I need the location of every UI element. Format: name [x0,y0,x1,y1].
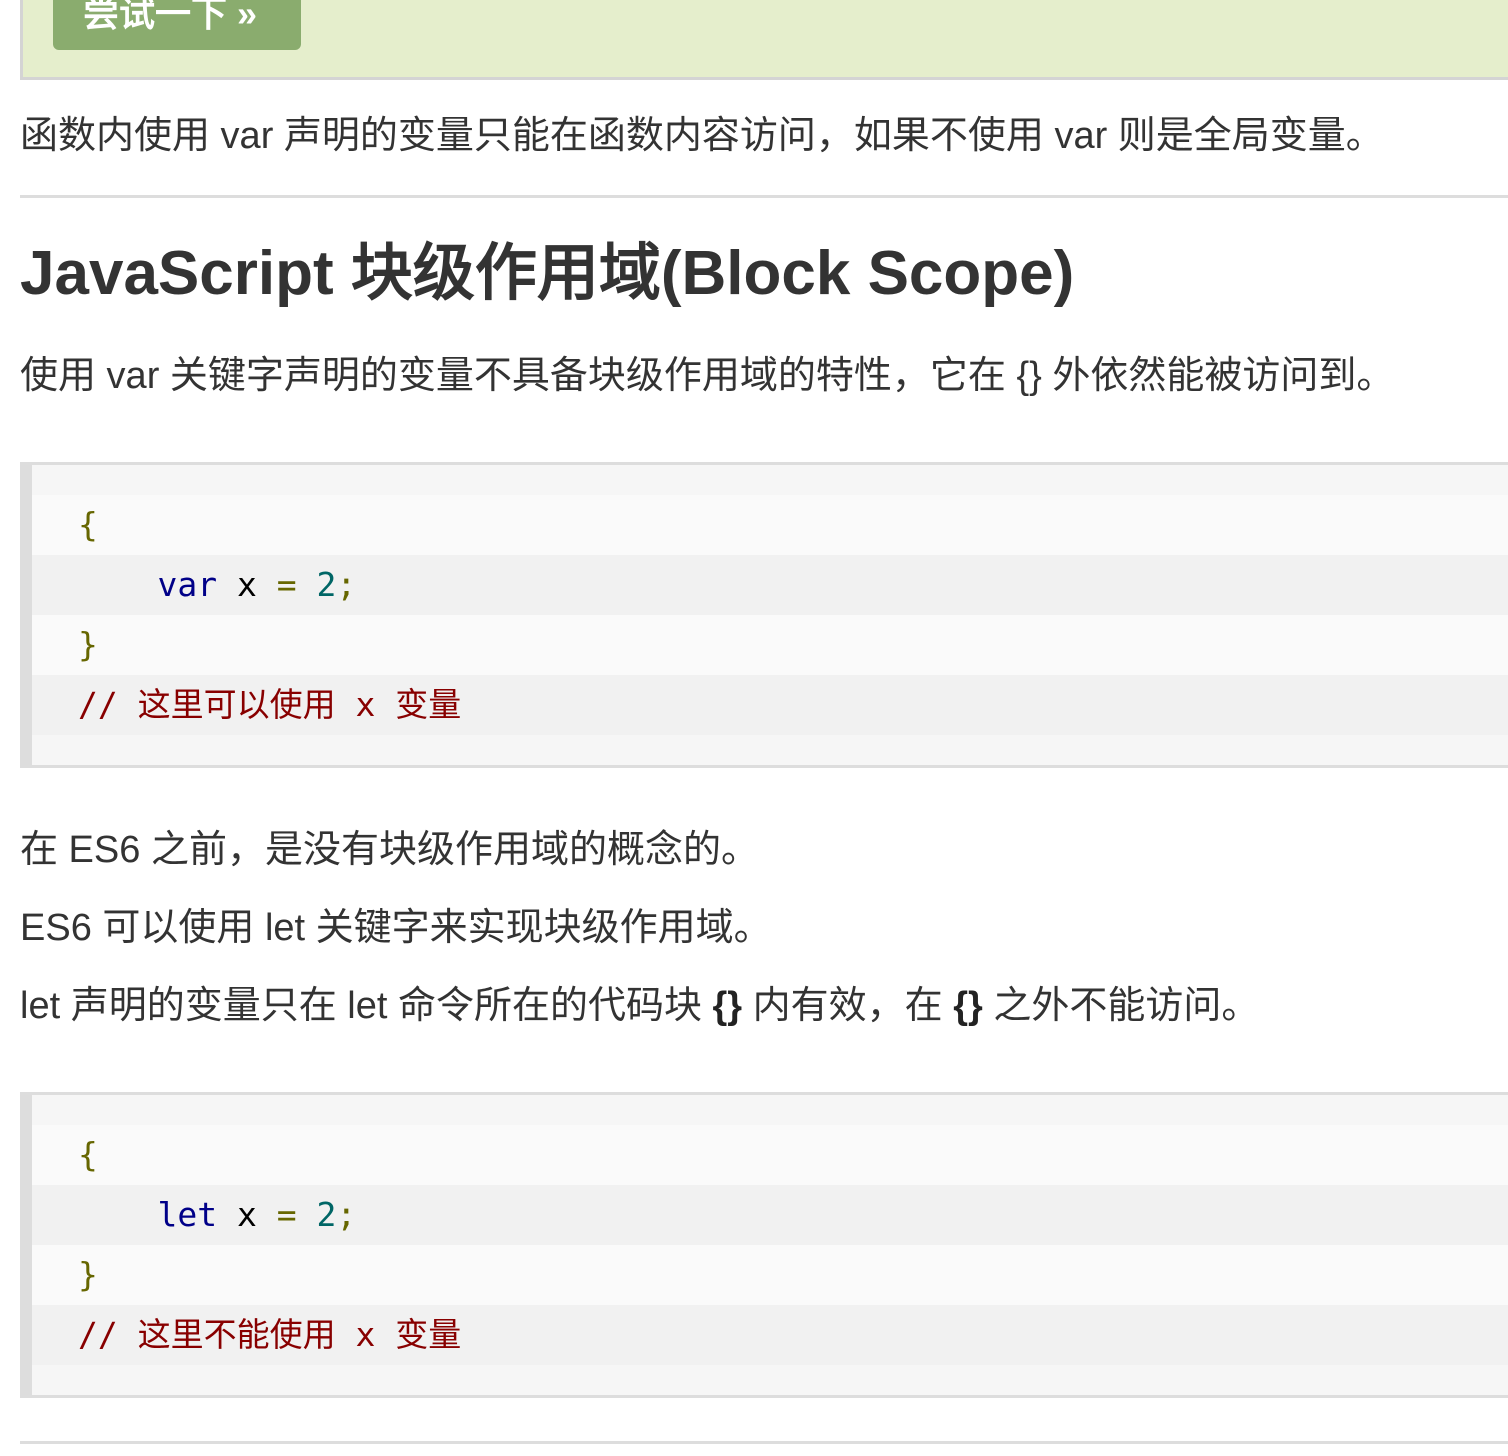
code-keyword: var [157,565,218,604]
code-line: // 这里不能使用 x 变量 [32,1305,1508,1365]
code-number: 2 [296,565,337,604]
code-comment: // 这里不能使用 x 变量 [78,1315,462,1354]
code-token: ; [336,1195,357,1234]
code-token: { [78,1135,98,1174]
code-comment: // 这里可以使用 x 变量 [78,685,462,724]
code-line: { [32,1125,1508,1185]
code-number: 2 [296,1195,337,1234]
braces-emphasis: {} [712,985,743,1027]
code-line: } [32,1245,1508,1305]
code-token: = [276,565,297,604]
divider [20,195,1508,198]
code-example-var: { var x = 2; } // 这里可以使用 x 变量 [20,462,1508,768]
code-line: // 这里可以使用 x 变量 [32,675,1508,735]
code-token: = [276,1195,297,1234]
code-token: x [217,1195,277,1234]
code-padding [32,465,1508,495]
divider [20,1441,1508,1444]
es6-let-paragraph: ES6 可以使用 let 关键字来实现块级作用域。 [20,907,772,949]
section-heading: JavaScript 块级作用域(Block Scope) [20,239,1075,308]
intro-paragraph: 函数内使用 var 声明的变量只能在函数内容访问，如果不使用 var 则是全局变… [20,115,1384,157]
try-it-button[interactable]: 尝试一下 » [53,0,301,50]
code-line: { [32,495,1508,555]
code-token: x [217,565,277,604]
code-line: let x = 2; [32,1185,1508,1245]
code-padding [32,735,1508,765]
braces-emphasis: {} [953,985,983,1027]
let-desc-prefix: let 声明的变量只在 let 命令所在的代码块 [20,985,713,1027]
let-desc-paragraph: let 声明的变量只在 let 命令所在的代码块 {} 内有效，在 {} 之外不… [20,982,1259,1030]
code-token: } [78,1255,98,1294]
code-padding [32,1365,1508,1395]
let-desc-suffix: 之外不能访问。 [982,985,1260,1027]
var-scope-paragraph: 使用 var 关键字声明的变量不具备块级作用域的特性，它在 {} 外依然能被访问… [20,355,1395,397]
code-token: } [78,625,98,664]
code-token: ; [336,565,357,604]
code-line: var x = 2; [32,555,1508,615]
code-keyword: let [157,1195,218,1234]
code-token: { [78,505,98,544]
let-desc-middle: 内有效，在 [742,985,954,1027]
code-padding [32,1095,1508,1125]
code-example-let: { let x = 2; } // 这里不能使用 x 变量 [20,1092,1508,1398]
es6-before-paragraph: 在 ES6 之前，是没有块级作用域的概念的。 [20,829,759,871]
code-line: } [32,615,1508,675]
